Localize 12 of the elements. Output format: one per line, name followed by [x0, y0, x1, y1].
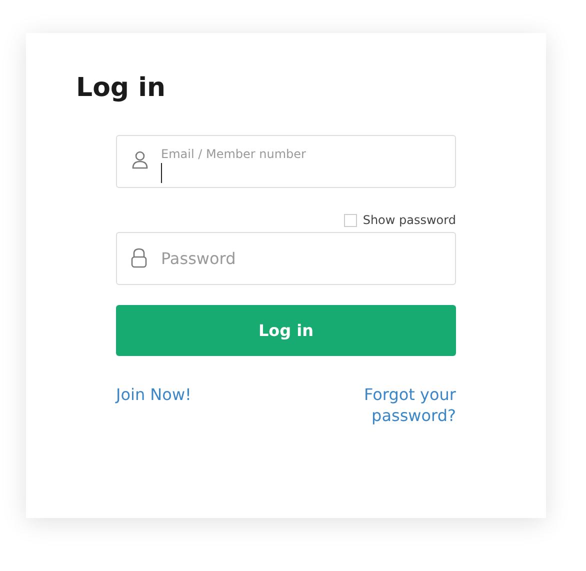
text-cursor	[161, 163, 162, 183]
field-label: Email / Member number	[161, 147, 306, 161]
forgot-password-link[interactable]: Forgot your password?	[346, 384, 456, 426]
password-field[interactable]: Password	[116, 232, 456, 285]
padlock-icon	[130, 247, 148, 269]
page-title: Log in	[76, 72, 167, 105]
join-link[interactable]: Join Now!	[116, 384, 192, 405]
login-button[interactable]: Log in	[116, 305, 456, 356]
show-password-checkbox[interactable]: Show password	[344, 213, 456, 227]
email-field[interactable]: Email / Member number	[116, 135, 456, 188]
person-icon	[131, 150, 149, 170]
checkbox[interactable]	[344, 214, 357, 226]
